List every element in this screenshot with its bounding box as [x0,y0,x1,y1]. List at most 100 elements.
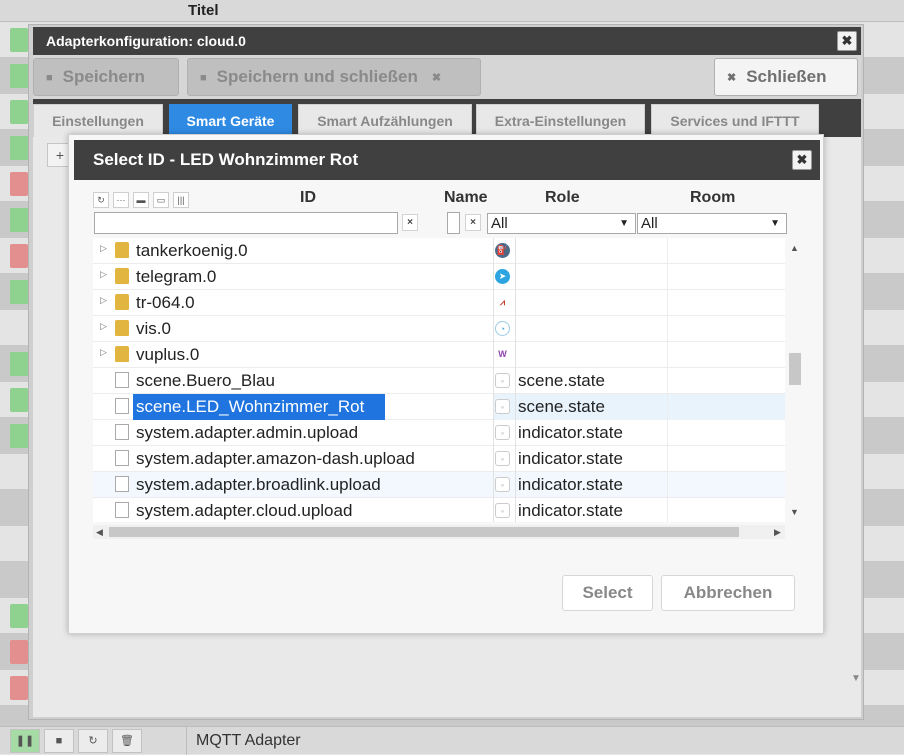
column-room[interactable]: Room [690,189,735,207]
delete-icon[interactable]: 🗑 [112,729,142,753]
vertical-scrollbar-thumb[interactable] [789,353,801,385]
expand-icon[interactable]: ▷ [100,295,107,306]
scroll-right-icon[interactable]: ▶ [774,527,781,538]
role-filter-select[interactable]: All ▼ [487,213,636,234]
status-indicator [10,136,28,160]
row-id: scene.Buero_Blau [136,371,275,390]
tree-row[interactable]: ▷ vuplus.0 W [93,342,785,368]
clear-name-filter-icon[interactable]: × [465,214,481,231]
row-id: tr-064.0 [136,293,195,312]
status-indicator [10,64,28,88]
row-role: scene.state [518,371,605,390]
refresh-icon[interactable]: ↻ [93,192,109,208]
row-id: tankerkoenig.0 [136,241,248,260]
save-icon: ■ [46,71,53,84]
dialog-title-text: Select ID - LED Wohnzimmer Rot [93,150,359,169]
expand-icon[interactable]: ▷ [100,269,107,280]
folder-expand-icon[interactable]: ▭ [153,192,169,208]
file-icon [115,450,129,466]
columns-icon[interactable]: ||| [173,192,189,208]
row-role: scene.state [518,397,605,416]
tankerkoenig-icon: ⛽ [495,243,510,258]
tree-row[interactable]: system.adapter.cloud.upload ◦ indicator.… [93,498,785,522]
config-window-title: Adapterkonfiguration: cloud.0 ✖ [33,27,861,55]
tree-row-selected[interactable]: scene.LED_Wohnzimmer_Rot ◦ scene.state [93,394,785,420]
close-icon[interactable]: ✖ [792,150,812,170]
name-filter-input[interactable] [447,212,460,234]
scroll-down-icon[interactable]: ▼ [851,673,861,684]
column-name[interactable]: Name [444,189,488,207]
close-icon: ✖ [431,71,442,84]
scroll-up-icon[interactable]: ▲ [790,243,799,253]
row-role: indicator.state [518,475,623,494]
room-filter-select[interactable]: All ▼ [637,213,787,234]
stop-icon[interactable]: ■ [44,729,74,753]
tree-row[interactable]: scene.Buero_Blau ◦ scene.state [93,368,785,394]
file-icon [115,502,129,518]
tree-row[interactable]: system.adapter.admin.upload ◦ indicator.… [93,420,785,446]
status-indicator [10,424,28,448]
row-id: system.adapter.broadlink.upload [136,475,381,494]
tree-row[interactable]: ▷ tr-064.0 ⩘ [93,290,785,316]
save-icon: ■ [200,71,207,84]
tab-smart-geraete[interactable]: Smart Geräte [169,104,292,137]
tab-services-ifttt[interactable]: Services und IFTTT [651,104,819,137]
column-id[interactable]: ID [300,189,316,207]
clear-id-filter-icon[interactable]: × [402,214,418,231]
adapter-footer-row: ❚❚ ■ ↻ 🗑 MQTT Adapter [0,726,904,755]
tree-row[interactable]: ▷ tankerkoenig.0 ⛽ [93,238,785,264]
expand-icon[interactable]: ▷ [100,321,107,332]
status-indicator [10,28,28,52]
scroll-left-icon[interactable]: ◀ [96,527,103,538]
status-indicator [10,172,28,196]
save-close-button[interactable]: ■ Speichern und schließen ✖ [187,58,481,96]
status-indicator [10,352,28,376]
status-indicator [10,604,28,628]
select-button[interactable]: Select [562,575,653,611]
table-header: Titel [0,0,904,22]
chevron-down-icon: ▼ [619,218,629,229]
config-title-text: Adapterkonfiguration: cloud.0 [46,33,246,49]
horizontal-scrollbar-thumb[interactable] [109,527,739,537]
status-indicator [10,280,28,304]
tree-row[interactable]: ▷ telegram.0 ➤ [93,264,785,290]
status-indicator [10,640,28,664]
row-id: system.adapter.admin.upload [136,423,359,442]
save-close-label: Speichern und schließen [216,67,418,86]
tab-smart-aufzaehlungen[interactable]: Smart Aufzählungen [298,104,472,137]
row-id: telegram.0 [136,267,217,286]
state-icon: ◦ [495,503,510,518]
id-filter-input[interactable] [94,212,398,234]
tab-extra-einstellungen[interactable]: Extra-Einstellungen [476,104,645,137]
row-id: vis.0 [136,319,171,338]
chevron-down-icon: ▼ [770,218,780,229]
expand-icon[interactable]: ▷ [100,243,107,254]
file-icon [115,476,129,492]
file-icon [115,398,129,414]
column-role[interactable]: Role [545,189,580,207]
tree-row[interactable]: ▷ vis.0 ◔ [93,316,785,342]
row-id: system.adapter.cloud.upload [136,501,353,520]
close-button[interactable]: ✖ Schließen [714,58,858,96]
tab-einstellungen[interactable]: Einstellungen [33,104,163,137]
cancel-button[interactable]: Abbrechen [661,575,795,611]
tree-row[interactable]: system.adapter.broadlink.upload ◦ indica… [93,472,785,498]
state-icon: ◦ [495,425,510,440]
status-indicator [10,208,28,232]
scroll-down-icon[interactable]: ▼ [790,507,799,517]
folder-icon [115,242,129,258]
list-view-icon[interactable]: ··· [113,192,129,208]
save-button[interactable]: ■ Speichern [33,58,179,96]
vuplus-icon: W [495,347,510,362]
status-indicator [10,100,28,124]
vis-icon: ◔ [495,321,510,336]
reload-icon[interactable]: ↻ [78,729,108,753]
close-icon[interactable]: ✖ [837,31,857,51]
dialog-title: Select ID - LED Wohnzimmer Rot ✖ [74,140,820,180]
play-icon[interactable]: ❚❚ [10,729,40,753]
expand-icon[interactable]: ▷ [100,347,107,358]
folder-collapse-icon[interactable]: ▬ [133,192,149,208]
tree-row[interactable]: system.adapter.amazon-dash.upload ◦ indi… [93,446,785,472]
folder-icon [115,268,129,284]
save-label: Speichern [62,67,145,86]
